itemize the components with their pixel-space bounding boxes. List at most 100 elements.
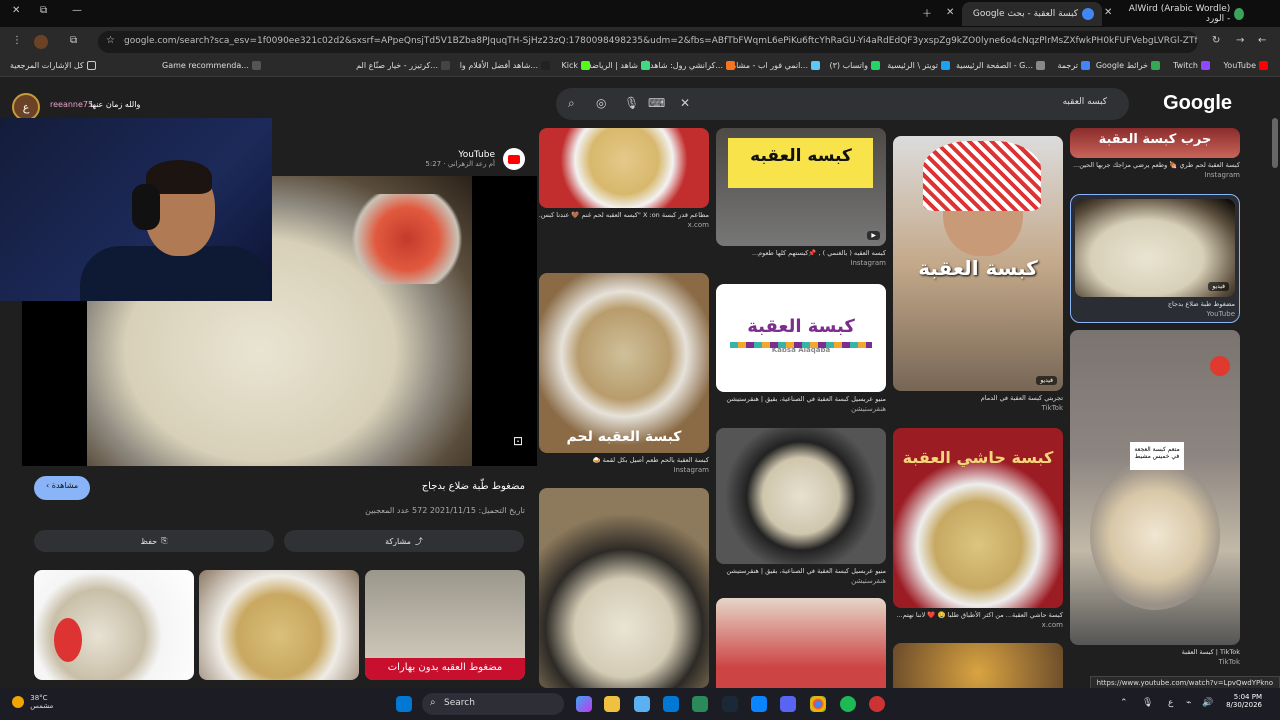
taskbar-search[interactable]: ⌕ Search xyxy=(422,693,564,715)
save-button[interactable]: حفظ ⎘ xyxy=(34,530,274,552)
bookmark-item[interactable]: Google خرائط xyxy=(1096,61,1160,70)
video-badge: فيديو xyxy=(1036,376,1057,385)
language-indicator-icon[interactable]: ع xyxy=(1168,698,1173,708)
image-result[interactable]: جرب كبسة العقبة كبسة العقبة لحم طري 🍖 وط… xyxy=(1070,128,1240,179)
bookmarks-bar: YouTube Twitch Google خرائط ترجمة الصفحة… xyxy=(0,57,1280,77)
clock[interactable]: 5:04 PM 8/30/2026 xyxy=(1226,693,1262,709)
image-result[interactable]: كبسة العقبة Kabsa Alaqaba منيو عربسيل كب… xyxy=(716,284,886,413)
image-result[interactable]: مطاعم قدر كبسة X :on "كبسه العقبه لحم غن… xyxy=(539,128,709,229)
tab-bar: ✕ ⧉ — ＋ كبسة العقبة - بحث Google ✕ AlWir… xyxy=(0,0,1280,27)
bookmark-item[interactable]: Twitch xyxy=(1173,61,1210,70)
tab-alwird[interactable]: AlWird (Arabic Wordle) - الورد xyxy=(1118,2,1252,26)
tab-google-search[interactable]: كبسة العقبة - بحث Google xyxy=(962,2,1102,26)
app-icon[interactable] xyxy=(869,696,885,712)
menu-icon[interactable]: ⋮ xyxy=(12,35,22,46)
image-result[interactable] xyxy=(893,643,1063,688)
close-tab-icon[interactable]: ✕ xyxy=(1104,7,1112,18)
chrome-icon[interactable] xyxy=(810,696,826,712)
bookmark-icon: ⎘ xyxy=(161,536,168,545)
video-badge: فيديو xyxy=(1208,282,1229,291)
forward-icon[interactable]: → xyxy=(1236,35,1244,46)
minimize-window-icon[interactable]: — xyxy=(72,5,82,16)
bookmark-item[interactable]: الصفحة الرئيسية - G... xyxy=(956,61,1045,70)
weather-widget[interactable]: 38°C مشمس xyxy=(12,694,53,710)
back-icon[interactable]: ← xyxy=(1258,35,1266,46)
spotify-icon[interactable] xyxy=(840,696,856,712)
streamer-avatar: ع xyxy=(12,93,40,121)
sun-icon xyxy=(12,696,24,708)
related-thumb[interactable]: مضغوط العقبه بدون بهارات xyxy=(365,570,525,680)
new-tab-icon[interactable]: ＋ xyxy=(922,5,932,20)
address-bar[interactable]: ☆ google.com/search?sca_esv=1f0090ee321c… xyxy=(98,31,1198,53)
discord-icon[interactable] xyxy=(780,696,796,712)
image-result[interactable]: كبسه العقبه ▶ كبسه العقبه ( بالغنمي ) , … xyxy=(716,128,886,267)
file-explorer-icon[interactable] xyxy=(604,696,620,712)
share-button[interactable]: مشاركة ⤴ xyxy=(284,530,524,552)
search-icon: ⌕ xyxy=(430,697,436,708)
profile-icon[interactable] xyxy=(34,35,48,49)
restore-window-icon[interactable]: ⧉ xyxy=(40,5,47,16)
bookmark-item[interactable]: (٣) واتساب xyxy=(829,61,880,70)
image-result[interactable] xyxy=(716,598,886,688)
bookmark-item[interactable]: تويتر \ الرئيسية xyxy=(887,61,950,70)
all-bookmarks[interactable]: كل الإشارات المرجعية xyxy=(10,61,96,70)
image-result[interactable]: كبسة حاشي العقبة كبسة حاشي العقبة... من … xyxy=(893,428,1063,629)
outlook-icon[interactable] xyxy=(751,696,767,712)
tab-title: AlWird (Arabic Wordle) - الورد xyxy=(1128,4,1231,24)
bookmark-item[interactable]: شاهد أفضل الأفلام وا... xyxy=(460,61,550,70)
related-thumb[interactable] xyxy=(34,570,194,680)
source-sub: أم رعد الزهراني · 5:27 xyxy=(425,160,495,168)
mic-icon[interactable]: 🎙 xyxy=(1142,698,1153,708)
tray-chevron-icon[interactable]: ⌃ xyxy=(1120,698,1128,708)
youtube-icon xyxy=(503,148,525,170)
image-result[interactable]: كبسة العقبة فيديو تجربتي كبسة العقبة في … xyxy=(893,136,1063,412)
page-scrollbar[interactable] xyxy=(1272,118,1278,168)
close-window-icon[interactable]: ✕ xyxy=(12,5,20,16)
preview-meta: تاريخ التحميل: 2021/11/15 572 عدد المعجب… xyxy=(365,506,525,515)
photos-icon[interactable] xyxy=(634,696,650,712)
taskbar: 38°C مشمس ⌕ Search ⌃ 🎙 ع ⌁ 🔊 5:04 PM 8/3… xyxy=(0,688,1280,720)
reload-icon[interactable]: ↻ xyxy=(1212,35,1220,46)
preview-source[interactable]: YouTube أم رعد الزهراني · 5:27 xyxy=(425,150,495,168)
watch-button[interactable]: ‹ مشاهدة xyxy=(34,476,91,500)
image-result[interactable]: منيو عربسيل كبسة العقبة في الصناعية، بقي… xyxy=(716,428,886,585)
chat-message: والله زمان عنها xyxy=(90,100,141,109)
preview-title[interactable]: مضغوط طّبة ضلاع بدجاج xyxy=(422,481,525,492)
lens-icon[interactable]: ⊡ xyxy=(513,434,523,448)
image-result-selected[interactable]: فيديو مضغوط طبة ضلاع بدجاج YouTube xyxy=(1070,194,1240,323)
url-text: google.com/search?sca_esv=1f0090ee321c02… xyxy=(124,36,1198,46)
tab-title: كبسة العقبة - بحث Google xyxy=(972,9,1078,19)
image-result[interactable]: متعم كبسة العجعة في خميس مشيط TikTok | ك… xyxy=(1070,330,1240,666)
copilot-icon[interactable] xyxy=(576,696,592,712)
extensions-icon[interactable]: ⧉ xyxy=(70,35,77,46)
google-icon xyxy=(1082,8,1094,20)
alwird-icon xyxy=(1234,8,1244,20)
bookmark-item[interactable]: ترجمة xyxy=(1058,61,1090,70)
volume-icon[interactable]: 🔊 xyxy=(1202,698,1213,708)
browser-toolbar: ⋮ ⧉ ☆ google.com/search?sca_esv=1f0090ee… xyxy=(0,27,1280,57)
steam-icon[interactable] xyxy=(722,696,738,712)
image-results-grid: مطاعم قدر كبسة X :on "كبسه العقبه لحم غن… xyxy=(539,78,1259,688)
bookmark-item[interactable]: انمي فور اب - مشاهد... xyxy=(728,61,820,70)
source-name: YouTube xyxy=(458,150,495,160)
webcam-overlay xyxy=(0,118,272,301)
bookmark-item[interactable]: YouTube xyxy=(1223,61,1268,70)
video-badge: ▶ xyxy=(867,231,880,240)
image-result[interactable] xyxy=(539,488,709,688)
bookmark-item[interactable]: شاهد | الرياضة xyxy=(588,61,650,70)
bookmark-item[interactable]: كرانشي رول: شاهد أ... xyxy=(645,61,735,70)
related-thumb[interactable] xyxy=(199,570,359,680)
bookmark-item[interactable]: Kick xyxy=(562,61,590,70)
chat-handle: reeanne75 xyxy=(50,100,94,109)
network-icon[interactable]: ⌁ xyxy=(1186,698,1191,708)
bookmark-item[interactable]: Game recommenda... xyxy=(162,61,261,70)
app-icon[interactable] xyxy=(692,696,708,712)
bookmark-item[interactable]: كرتيزر - خيار صنّاع الم... xyxy=(356,61,450,70)
bookmark-star-icon[interactable]: ☆ xyxy=(106,35,115,46)
store-icon[interactable] xyxy=(663,696,679,712)
thumb-overlay-text: مضغوط العقبه بدون بهارات xyxy=(365,658,525,680)
share-icon: ⤴ xyxy=(414,536,423,546)
close-tab-icon[interactable]: ✕ xyxy=(946,7,954,18)
start-icon[interactable] xyxy=(396,696,412,712)
image-result[interactable]: كبسة العقبه لحم كبسة العقبة بالحم طعم أص… xyxy=(539,273,709,474)
